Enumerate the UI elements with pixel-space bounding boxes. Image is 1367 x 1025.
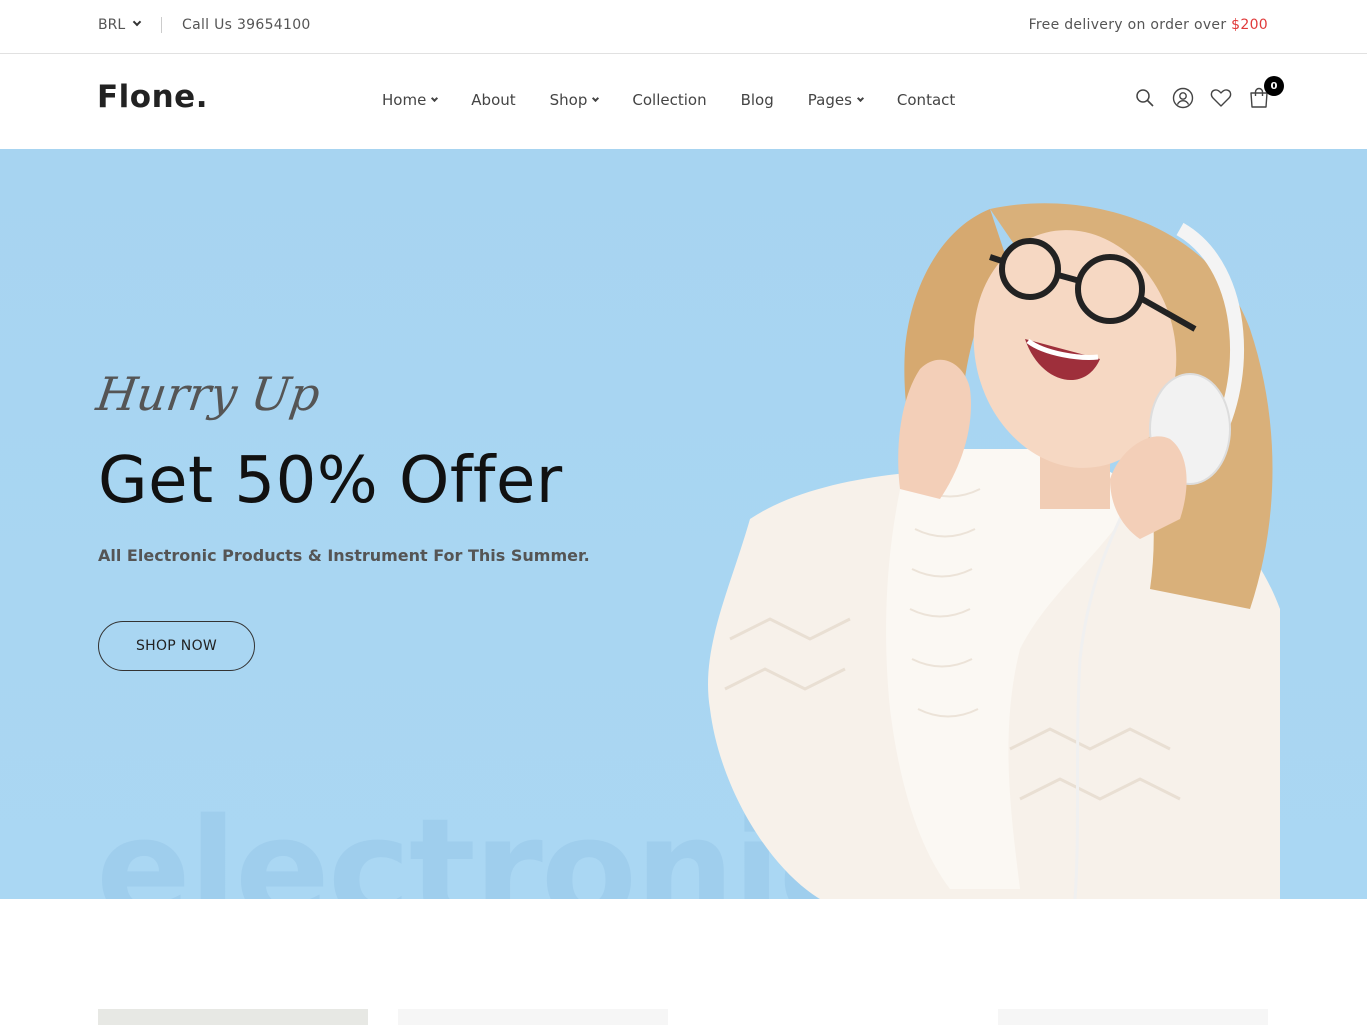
top-bar: BRL Call Us 39654100 Free delivery on or… bbox=[0, 0, 1367, 54]
nav-label: Home bbox=[382, 91, 427, 109]
hero-script-title: Hurry Up bbox=[93, 367, 324, 421]
product-card[interactable] bbox=[998, 1009, 1268, 1025]
chevron-down-icon bbox=[856, 94, 864, 102]
hero-subtitle: All Electronic Products & Instrument For… bbox=[98, 546, 590, 565]
search-icon[interactable] bbox=[1134, 87, 1156, 109]
nav-item-shop[interactable]: Shop bbox=[549, 91, 600, 109]
site-logo[interactable]: Flone. bbox=[97, 79, 208, 115]
nav-item-blog[interactable]: Blog bbox=[741, 91, 774, 109]
nav-label: Shop bbox=[549, 91, 588, 109]
nav-item-pages[interactable]: Pages bbox=[807, 91, 864, 109]
main-nav: Home About Shop Collection Blog Pages Co… bbox=[382, 91, 989, 109]
header-icons: 0 bbox=[1134, 76, 1284, 109]
nav-item-about[interactable]: About bbox=[471, 91, 515, 109]
hero-title: Get 50% Offer bbox=[98, 444, 563, 518]
chevron-down-icon bbox=[132, 17, 142, 27]
nav-label: Blog bbox=[740, 91, 774, 109]
delivery-notice: Free delivery on order over $200 bbox=[1029, 17, 1268, 33]
nav-label: Collection bbox=[632, 91, 707, 109]
chevron-down-icon bbox=[431, 94, 439, 102]
cart-count-badge: 0 bbox=[1264, 76, 1284, 96]
delivery-amount: $200 bbox=[1231, 17, 1268, 33]
nav-item-contact[interactable]: Contact bbox=[897, 91, 955, 109]
currency-selector[interactable]: BRL bbox=[98, 17, 142, 33]
main-header: Flone. Home About Shop Collection Blog P… bbox=[0, 55, 1367, 149]
cart-icon[interactable]: 0 bbox=[1248, 76, 1284, 109]
user-icon[interactable] bbox=[1172, 87, 1194, 109]
product-card[interactable] bbox=[398, 1009, 668, 1025]
hero-model-image bbox=[708, 203, 1280, 899]
nav-label: About bbox=[471, 91, 516, 109]
nav-item-home[interactable]: Home bbox=[382, 91, 439, 109]
chevron-down-icon bbox=[592, 94, 600, 102]
hero-slider: electronic Hurry Up Get 50% Offer All El… bbox=[0, 149, 1367, 899]
nav-label: Contact bbox=[896, 91, 956, 109]
nav-label: Pages bbox=[807, 91, 852, 109]
shop-now-button[interactable]: SHOP NOW bbox=[98, 621, 255, 671]
delivery-text: Free delivery on order over bbox=[1028, 17, 1232, 33]
heart-icon[interactable] bbox=[1210, 87, 1232, 109]
currency-label: BRL bbox=[98, 17, 126, 33]
phone-text: Call Us 39654100 bbox=[182, 17, 311, 33]
divider bbox=[161, 17, 162, 33]
nav-item-collection[interactable]: Collection bbox=[632, 91, 706, 109]
product-card[interactable] bbox=[98, 1009, 368, 1025]
